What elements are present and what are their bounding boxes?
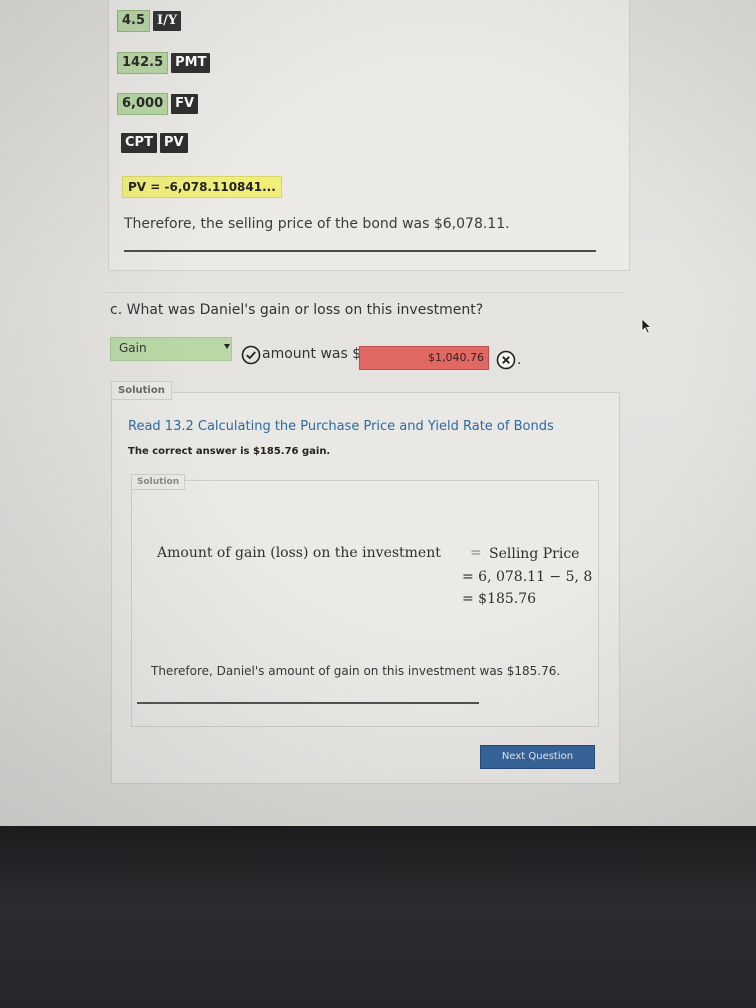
pv-result: PV = -6,078.110841... [122, 176, 282, 198]
monitor-screen: 4.5 I/Y 142.5 PMT 6,000 FV CPT PV PV = -… [0, 0, 756, 826]
part-b-conclusion: Therefore, the selling price of the bond… [124, 216, 510, 232]
section-separator [105, 292, 625, 293]
gain-loss-select[interactable]: Gain [110, 337, 232, 361]
monitor-bezel [0, 826, 756, 1008]
cpt-key: CPT [121, 133, 157, 153]
trailing-period: . [517, 352, 522, 368]
select-value: Gain [119, 341, 147, 355]
pmt-key: PMT [171, 53, 211, 73]
solution-conclusion: Therefore, Daniel's amount of gain on th… [151, 664, 561, 678]
divider [137, 702, 479, 704]
fv-key: FV [171, 94, 199, 114]
question-c: c. What was Daniel's gain or loss on thi… [110, 302, 484, 318]
calculator-row-cpt: CPT PV [121, 133, 188, 153]
amount-label: amount was $ [262, 346, 362, 362]
caret-down-icon[interactable] [224, 344, 230, 349]
pmt-value: 142.5 [117, 52, 169, 74]
answer-input[interactable]: $1,040.76 [359, 346, 489, 370]
mouse-cursor-icon [641, 318, 653, 334]
math-line-3: = $185.76 [462, 591, 537, 607]
math-lhs: Amount of gain (loss) on the investment [157, 545, 441, 561]
solution-tab[interactable]: Solution [111, 381, 172, 400]
answer-value: $1,040.76 [428, 351, 484, 364]
inner-solution-tab[interactable]: Solution [131, 474, 186, 490]
calculator-row-pmt: 142.5 PMT [117, 52, 211, 74]
math-equals: = [470, 545, 482, 561]
pv-key: PV [159, 133, 188, 153]
math-rhs: Selling Price [489, 546, 580, 562]
correct-answer-text: The correct answer is $185.76 gain. [128, 446, 331, 457]
next-question-button[interactable]: Next Question [480, 745, 595, 769]
calculator-row-fv: 6,000 FV [117, 93, 199, 115]
x-circle-icon [496, 350, 516, 370]
divider [124, 250, 596, 252]
reading-link[interactable]: Read 13.2 Calculating the Purchase Price… [128, 419, 554, 434]
math-line-2: = 6, 078.11 − 5, 8 [462, 569, 593, 585]
iy-value: 4.5 [117, 10, 151, 32]
fv-value: 6,000 [117, 93, 169, 115]
check-circle-icon [241, 345, 261, 365]
iy-key: I/Y [153, 11, 182, 31]
calculator-row-iy: 4.5 I/Y [117, 10, 182, 32]
